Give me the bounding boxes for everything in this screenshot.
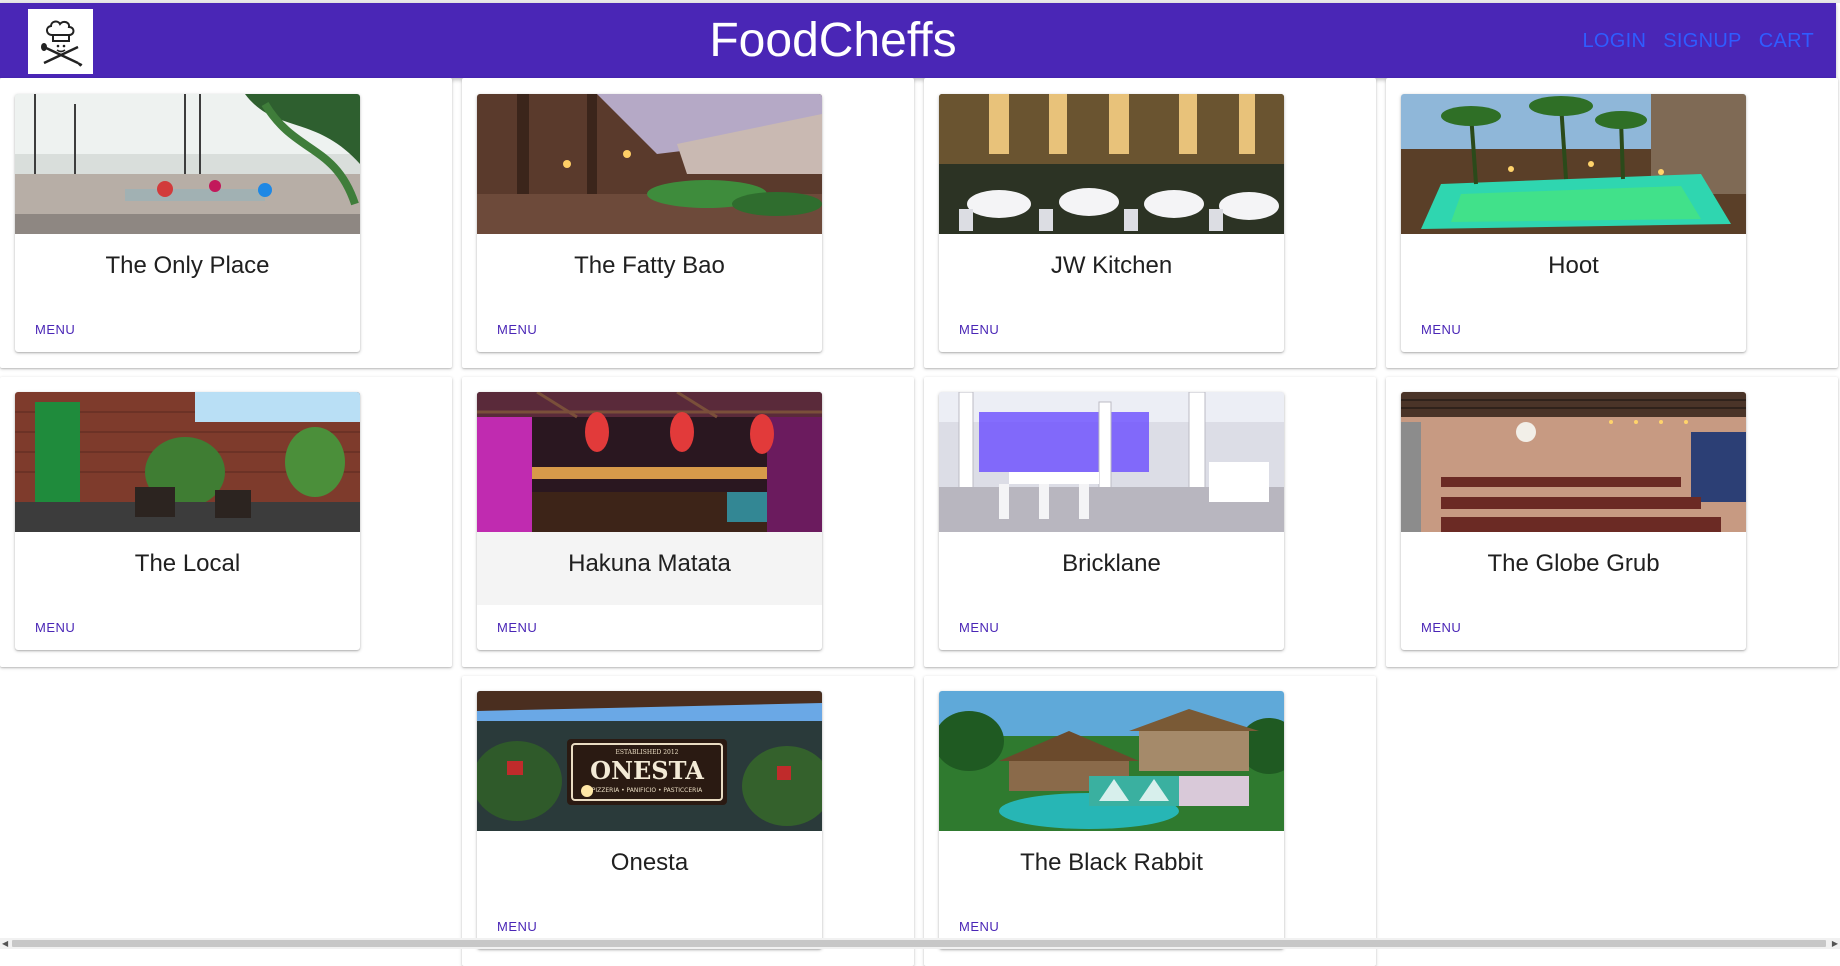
onesta-sign-text: ONESTA <box>590 756 704 785</box>
restaurant-photo <box>477 94 822 234</box>
restaurant-card[interactable]: The Globe Grub MENU <box>1401 392 1746 650</box>
restaurant-name: Onesta <box>610 849 689 876</box>
menu-button[interactable]: MENU <box>951 913 1007 940</box>
menu-button[interactable]: MENU <box>489 614 545 641</box>
onesta-sign-subtext: PIZZERIA • PANIFICIO • PASTICCERIA <box>592 787 703 794</box>
app-title: FoodCheffs <box>709 14 957 67</box>
restaurant-card[interactable]: The Fatty Bao MENU <box>477 94 822 352</box>
restaurant-card[interactable]: The Black Rabbit MENU <box>939 691 1284 949</box>
restaurant-name: Hakuna Matata <box>477 532 822 605</box>
menu-button[interactable]: MENU <box>489 913 545 940</box>
restaurant-card[interactable]: Bricklane MENU <box>939 392 1284 650</box>
menu-button[interactable]: MENU <box>951 316 1007 343</box>
restaurant-card[interactable]: The Local MENU <box>15 392 360 650</box>
restaurant-card[interactable]: Hoot MENU <box>1401 94 1746 352</box>
restaurant-photo <box>939 392 1284 532</box>
restaurant-name: The Globe Grub <box>1487 550 1660 577</box>
restaurant-photo <box>1401 392 1746 532</box>
menu-button[interactable]: MENU <box>27 316 83 343</box>
restaurant-photo <box>15 392 360 532</box>
restaurant-card[interactable]: ESTABLISHED 2012 ONESTA PIZZERIA • PANIF… <box>477 691 822 949</box>
cart-link[interactable]: CART <box>1759 30 1814 52</box>
login-link[interactable]: LOGIN <box>1582 30 1646 52</box>
restaurant-name: The Only Place <box>105 252 270 279</box>
scrollbar-thumb[interactable] <box>12 940 1826 947</box>
restaurant-name: Hoot <box>1548 252 1599 279</box>
restaurant-photo: ESTABLISHED 2012 ONESTA PIZZERIA • PANIF… <box>477 691 822 831</box>
menu-button[interactable]: MENU <box>1413 614 1469 641</box>
onesta-sign-est: ESTABLISHED 2012 <box>616 749 679 756</box>
menu-button[interactable]: MENU <box>489 316 545 343</box>
restaurant-photo <box>15 94 360 234</box>
restaurant-name: The Local <box>134 550 241 577</box>
top-nav: LOGIN SIGNUP CART <box>1582 30 1814 52</box>
restaurant-name: Bricklane <box>1062 550 1161 577</box>
restaurant-name: The Fatty Bao <box>574 252 725 279</box>
restaurant-photo <box>1401 94 1746 234</box>
signup-link[interactable]: SIGNUP <box>1663 30 1741 52</box>
restaurant-photo <box>939 691 1284 831</box>
horizontal-scrollbar[interactable]: ◀ ▶ <box>0 938 1840 949</box>
menu-button[interactable]: MENU <box>27 614 83 641</box>
restaurant-photo <box>477 392 822 532</box>
menu-button[interactable]: MENU <box>1413 316 1469 343</box>
app-bar: FoodCheffs LOGIN SIGNUP CART <box>0 3 1836 78</box>
restaurant-card[interactable]: The Only Place MENU <box>15 94 360 352</box>
restaurant-name: JW Kitchen <box>1050 252 1173 279</box>
scroll-left-icon[interactable]: ◀ <box>2 939 8 948</box>
restaurant-photo <box>939 94 1284 234</box>
menu-button[interactable]: MENU <box>951 614 1007 641</box>
restaurant-card[interactable]: JW Kitchen MENU <box>939 94 1284 352</box>
restaurant-name: The Black Rabbit <box>1020 849 1203 876</box>
restaurant-card[interactable]: Hakuna Matata MENU <box>477 392 822 650</box>
scroll-right-icon[interactable]: ▶ <box>1832 939 1838 948</box>
